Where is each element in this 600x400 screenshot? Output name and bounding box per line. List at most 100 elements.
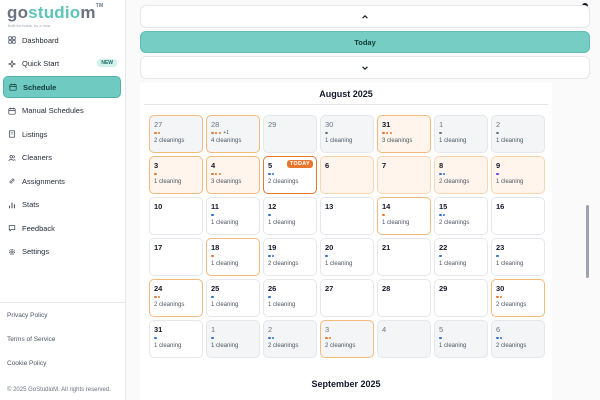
day-number: 28 — [211, 120, 220, 129]
cleaning-dot — [499, 295, 503, 299]
sidebar-item-manual-schedules[interactable]: Manual Schedules — [3, 100, 121, 122]
cleaning-dots — [496, 131, 499, 135]
calendar-day[interactable]: 29 — [263, 115, 317, 153]
calendar-day[interactable]: 21 — [377, 238, 431, 276]
cleaning-dots — [325, 336, 332, 340]
day-number: 19 — [268, 243, 277, 252]
sidebar-item-listings[interactable]: Listings — [3, 123, 121, 145]
calendar-day[interactable]: 1 1 cleaning — [434, 115, 488, 153]
calendar-day[interactable]: 17 — [149, 238, 203, 276]
calendar-day[interactable]: 18 1 cleaning — [206, 238, 260, 276]
calendar-day[interactable]: 22 1 cleaning — [434, 238, 488, 276]
calendar-day[interactable]: 27 2 cleanings — [149, 115, 203, 153]
calendar-day[interactable]: 1 1 cleaning — [206, 320, 260, 358]
terms-of-service-link[interactable]: Terms of Service — [7, 336, 55, 343]
calendar-day[interactable]: 4 3 cleanings — [206, 156, 260, 194]
calendar-day[interactable]: 31 1 cleaning — [149, 320, 203, 358]
sidebar-item-schedule[interactable]: Schedule — [3, 76, 121, 98]
calendar-day[interactable]: 25 1 cleaning — [206, 279, 260, 317]
cleaning-count: 1 cleaning — [211, 261, 239, 267]
calendar-day[interactable]: 19 2 cleanings — [263, 238, 317, 276]
brand-logo[interactable]: gostudiomTM — [7, 3, 103, 23]
calendar-day[interactable]: 2 2 cleanings — [263, 320, 317, 358]
scroll-up-button[interactable] — [140, 5, 590, 28]
link-icon — [8, 177, 16, 185]
calendar-day[interactable]: 4 — [377, 320, 431, 358]
sidebar-item-label: Dashboard — [22, 35, 59, 45]
day-number: 8 — [439, 161, 444, 170]
day-number: 31 — [154, 325, 163, 334]
sidebar-item-stats[interactable]: Stats — [3, 194, 121, 216]
cleaning-dots — [439, 254, 442, 258]
cleaning-count: 1 cleaning — [382, 220, 410, 226]
calendar-day[interactable]: 31 3 cleanings — [377, 115, 431, 153]
cleaning-dot — [268, 213, 271, 217]
sidebar-item-assignments[interactable]: Assignments — [3, 170, 121, 192]
cleaning-count: 2 cleanings — [496, 343, 527, 349]
scrollbar-thumb[interactable] — [586, 205, 589, 278]
day-number: 13 — [325, 202, 334, 211]
sidebar-item-cleaners[interactable]: Cleaners — [3, 147, 121, 169]
calendar-day[interactable]: 27 — [320, 279, 374, 317]
cleaning-dot — [328, 336, 332, 340]
sidebar-item-quick-start[interactable]: Quick Start NEW — [3, 53, 121, 75]
calendar-day[interactable]: 7 — [377, 156, 431, 194]
day-number: 2 — [496, 120, 501, 129]
cleaning-dot — [211, 295, 214, 299]
calendar-day[interactable]: 5 1 cleaning — [434, 320, 488, 358]
cookie-policy-link[interactable]: Cookie Policy — [7, 360, 46, 367]
scroll-down-button[interactable] — [140, 56, 590, 79]
calendar-day[interactable]: 26 1 cleaning — [263, 279, 317, 317]
calendar-day[interactable]: 12 1 cleaning — [263, 197, 317, 235]
calendar-day[interactable]: 6 — [320, 156, 374, 194]
cleaning-dot — [271, 172, 275, 176]
cleaning-dots — [496, 295, 503, 299]
cleaning-dot — [499, 336, 503, 340]
cleaning-dot — [154, 172, 157, 176]
privacy-policy-link[interactable]: Privacy Policy — [7, 312, 47, 319]
calendar-day[interactable]: 13 — [320, 197, 374, 235]
calendar-day[interactable]: 3 2 cleanings — [320, 320, 374, 358]
cleaning-count: 2 cleanings — [439, 179, 470, 185]
calendar-day[interactable]: 11 1 cleaning — [206, 197, 260, 235]
bar-chart-icon — [8, 201, 16, 209]
cleaning-dots — [154, 336, 157, 340]
calendar-day[interactable]: 14 1 cleaning — [377, 197, 431, 235]
day-number: 21 — [382, 243, 391, 252]
logo-trademark: TM — [95, 3, 104, 9]
calendar-day[interactable]: 30 1 cleaning — [320, 115, 374, 153]
calendar-day[interactable]: 16 — [491, 197, 545, 235]
calendar-day[interactable]: 15 2 cleanings — [434, 197, 488, 235]
day-number: 12 — [268, 202, 277, 211]
calendar-day[interactable]: 9 1 cleaning — [491, 156, 545, 194]
calendar-day[interactable]: 8 2 cleanings — [434, 156, 488, 194]
sidebar-item-label: Settings — [22, 247, 50, 256]
day-number: 30 — [325, 120, 334, 129]
cleaning-dot — [154, 295, 157, 299]
calendar-day[interactable]: 28 — [377, 279, 431, 317]
sidebar-item-settings[interactable]: Settings — [3, 241, 121, 263]
cleaning-dots — [439, 213, 446, 217]
calendar-day[interactable]: 29 — [434, 279, 488, 317]
day-number: 17 — [154, 243, 163, 252]
calendar-day[interactable]: 28 +1 4 cleanings — [206, 115, 260, 153]
calendar-day[interactable]: 24 2 cleanings — [149, 279, 203, 317]
cleaning-dots — [268, 213, 271, 217]
calendar-day[interactable]: 3 1 cleaning — [149, 156, 203, 194]
sidebar-item-dashboard[interactable]: Dashboard — [3, 29, 121, 51]
calendar-day[interactable]: 10 — [149, 197, 203, 235]
day-number: 1 — [211, 325, 216, 334]
calendar-day[interactable]: 6 2 cleanings — [491, 320, 545, 358]
cleaning-dots — [154, 295, 161, 299]
today-button[interactable]: Today — [140, 31, 590, 53]
cleaning-dots — [325, 254, 328, 258]
cleaning-count: 1 cleaning — [154, 343, 182, 349]
logo-part-studio: studio — [28, 3, 81, 22]
calendar-day-today[interactable]: 5 TODAY 2 cleanings — [263, 156, 317, 194]
calendar-day[interactable]: 2 1 cleaning — [491, 115, 545, 153]
calendar-day[interactable]: 23 1 cleaning — [491, 238, 545, 276]
sidebar-item-feedback[interactable]: Feedback — [3, 217, 121, 239]
calendar-day[interactable]: 20 1 cleaning — [320, 238, 374, 276]
cleaning-dots — [268, 336, 275, 340]
calendar-day[interactable]: 30 2 cleanings — [491, 279, 545, 317]
